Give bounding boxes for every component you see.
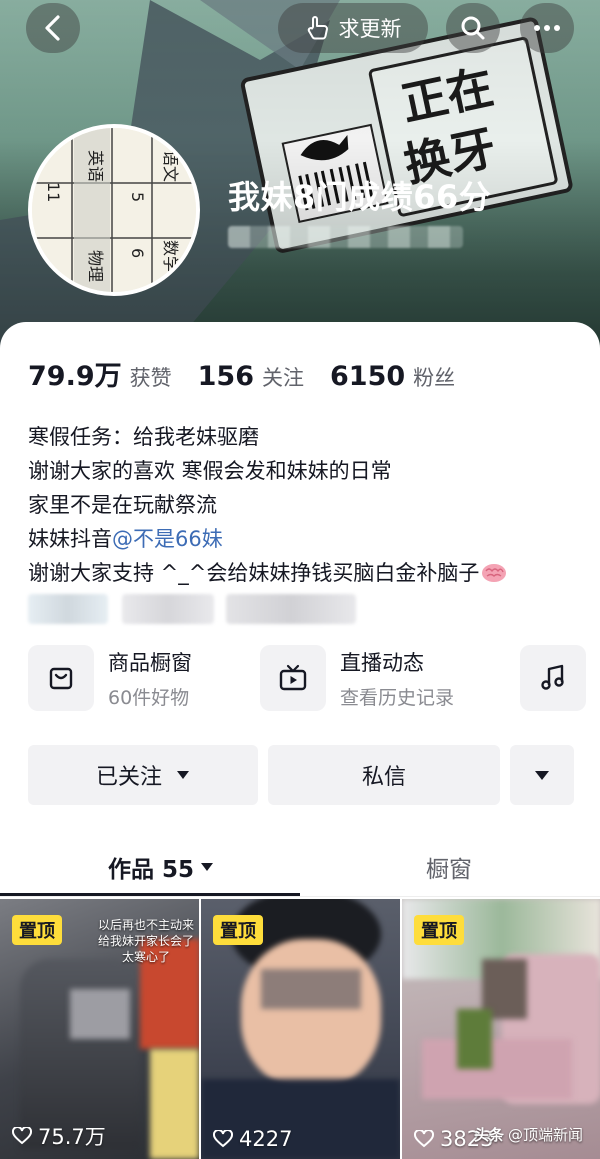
shopping-bag-icon bbox=[49, 667, 73, 690]
tab-works-label: 作品 55 bbox=[108, 857, 195, 883]
heart-icon bbox=[213, 1130, 233, 1148]
bio-line-3: 家里不是在玩献祭流 bbox=[28, 493, 217, 517]
tab-shop-window[interactable]: 橱窗 bbox=[426, 850, 472, 884]
bio-line-4: 妹妹抖音@不是66妹 bbox=[28, 522, 578, 556]
bio-line-1: 寒假任务：给我老妹驱磨 bbox=[28, 425, 259, 449]
tab-works[interactable]: 作品 55 bbox=[108, 850, 214, 884]
live-updates-subtitle: 查看历史记录 bbox=[340, 686, 455, 709]
brain-emoji-icon bbox=[482, 564, 507, 582]
search-icon bbox=[461, 16, 485, 40]
avatar-text-math: 数学 bbox=[161, 240, 180, 272]
avatar-text-chinese: 语文 bbox=[161, 150, 180, 182]
request-update-button[interactable]: 求更新 bbox=[278, 3, 428, 53]
avatar[interactable]: 英语 语文 物理 数学 11 5 6 bbox=[28, 124, 200, 296]
shop-window-shortcut[interactable]: 商品橱窗 60件好物 bbox=[28, 645, 192, 711]
followed-button[interactable]: 已关注 bbox=[28, 745, 258, 805]
pinned-badge: 置顶 bbox=[414, 915, 464, 945]
live-updates-shortcut[interactable]: 直播动态 查看历史记录 bbox=[260, 645, 454, 711]
video-thumbnail-3[interactable]: 置顶 3823 bbox=[402, 899, 600, 1159]
followed-label: 已关注 bbox=[95, 765, 162, 790]
video-likes-count: 4227 bbox=[239, 1127, 293, 1151]
avatar-text-physics: 物理 bbox=[86, 250, 105, 282]
tv-icon bbox=[279, 664, 307, 691]
hand-point-icon bbox=[307, 16, 328, 40]
blurred-tags-row bbox=[28, 594, 588, 626]
video-thumbnail-2[interactable]: 置顶 4227 bbox=[201, 899, 400, 1159]
live-updates-title: 直播动态 bbox=[340, 650, 424, 675]
avatar-text-6: 6 bbox=[128, 248, 147, 258]
more-options-button[interactable] bbox=[520, 3, 574, 53]
bio-line-5-text: 谢谢大家支持 ^_^会给妹妹挣钱买脑白金补脑子 bbox=[28, 561, 480, 585]
video-likes-count: 75.7万 bbox=[38, 1125, 106, 1149]
back-button[interactable] bbox=[26, 3, 80, 53]
video-caption: 以后再也不主动来给我妹开家长会了 太寒心了 bbox=[97, 918, 194, 964]
bio-line-5: 谢谢大家支持 ^_^会给妹妹挣钱买脑白金补脑子 bbox=[28, 556, 578, 590]
sister-account-link[interactable]: @不是66妹 bbox=[112, 527, 223, 551]
heart-icon bbox=[12, 1127, 32, 1145]
request-update-label: 求更新 bbox=[338, 17, 402, 41]
tab-divider bbox=[0, 896, 600, 897]
message-button[interactable]: 私信 bbox=[268, 745, 500, 805]
following-count[interactable]: 156 bbox=[198, 361, 254, 392]
video-thumbnail-1[interactable]: 置顶 以后再也不主动来给我妹开家长会了 太寒心了 75.7万 bbox=[0, 899, 199, 1159]
video-grid: 置顶 以后再也不主动来给我妹开家长会了 太寒心了 75.7万 置顶 4227 置… bbox=[0, 899, 600, 1159]
tab-shop-window-label: 橱窗 bbox=[426, 857, 472, 883]
message-label: 私信 bbox=[361, 765, 406, 790]
bio-line-2: 谢谢大家的喜欢 寒假会发和妹妹的日常 bbox=[28, 459, 392, 483]
caret-down-icon bbox=[201, 863, 214, 871]
heart-icon bbox=[414, 1130, 434, 1148]
avatar-image: 英语 语文 物理 数学 11 5 6 bbox=[32, 128, 196, 292]
chevron-left-icon bbox=[45, 15, 60, 41]
caret-down-icon bbox=[177, 771, 189, 779]
followers-count[interactable]: 6150 bbox=[330, 361, 405, 392]
avatar-text-english: 英语 bbox=[86, 150, 105, 182]
watermark-handle: @顶端新闻 bbox=[508, 1126, 584, 1144]
profile-nickname: 我妹8门成绩66分 bbox=[228, 178, 492, 216]
search-button[interactable] bbox=[446, 3, 500, 53]
watermark-brand: 头条 bbox=[474, 1126, 505, 1144]
shop-window-subtitle: 60件好物 bbox=[108, 686, 190, 709]
likes-label[interactable]: 获赞 bbox=[130, 362, 172, 392]
avatar-text-11: 11 bbox=[44, 182, 63, 202]
more-actions-dropdown-button[interactable] bbox=[510, 745, 574, 805]
pinned-badge: 置顶 bbox=[12, 915, 62, 945]
likes-count[interactable]: 79.9万 bbox=[28, 354, 122, 393]
music-note-icon bbox=[541, 664, 564, 690]
bio-line-4-prefix: 妹妹抖音 bbox=[28, 527, 112, 551]
source-watermark: 头条 @顶端新闻 bbox=[474, 1124, 583, 1145]
more-dots-icon bbox=[534, 25, 560, 31]
pinned-badge: 置顶 bbox=[213, 915, 263, 945]
caret-down-icon bbox=[535, 770, 549, 780]
shop-window-title: 商品橱窗 bbox=[108, 650, 192, 675]
music-button[interactable] bbox=[520, 645, 586, 711]
profile-bio: 寒假任务：给我老妹驱磨 谢谢大家的喜欢 寒假会发和妹妹的日常 家里不是在玩献祭流… bbox=[28, 420, 578, 590]
account-id-blurred bbox=[228, 226, 463, 248]
following-label[interactable]: 关注 bbox=[262, 362, 304, 392]
avatar-text-5: 5 bbox=[128, 192, 147, 202]
video-likes: 75.7万 bbox=[12, 1121, 106, 1151]
profile-stats: 79.9万 获赞 156 关注 6150 粉丝 bbox=[28, 354, 481, 393]
video-likes: 4227 bbox=[213, 1127, 292, 1151]
followers-label[interactable]: 粉丝 bbox=[413, 362, 455, 392]
